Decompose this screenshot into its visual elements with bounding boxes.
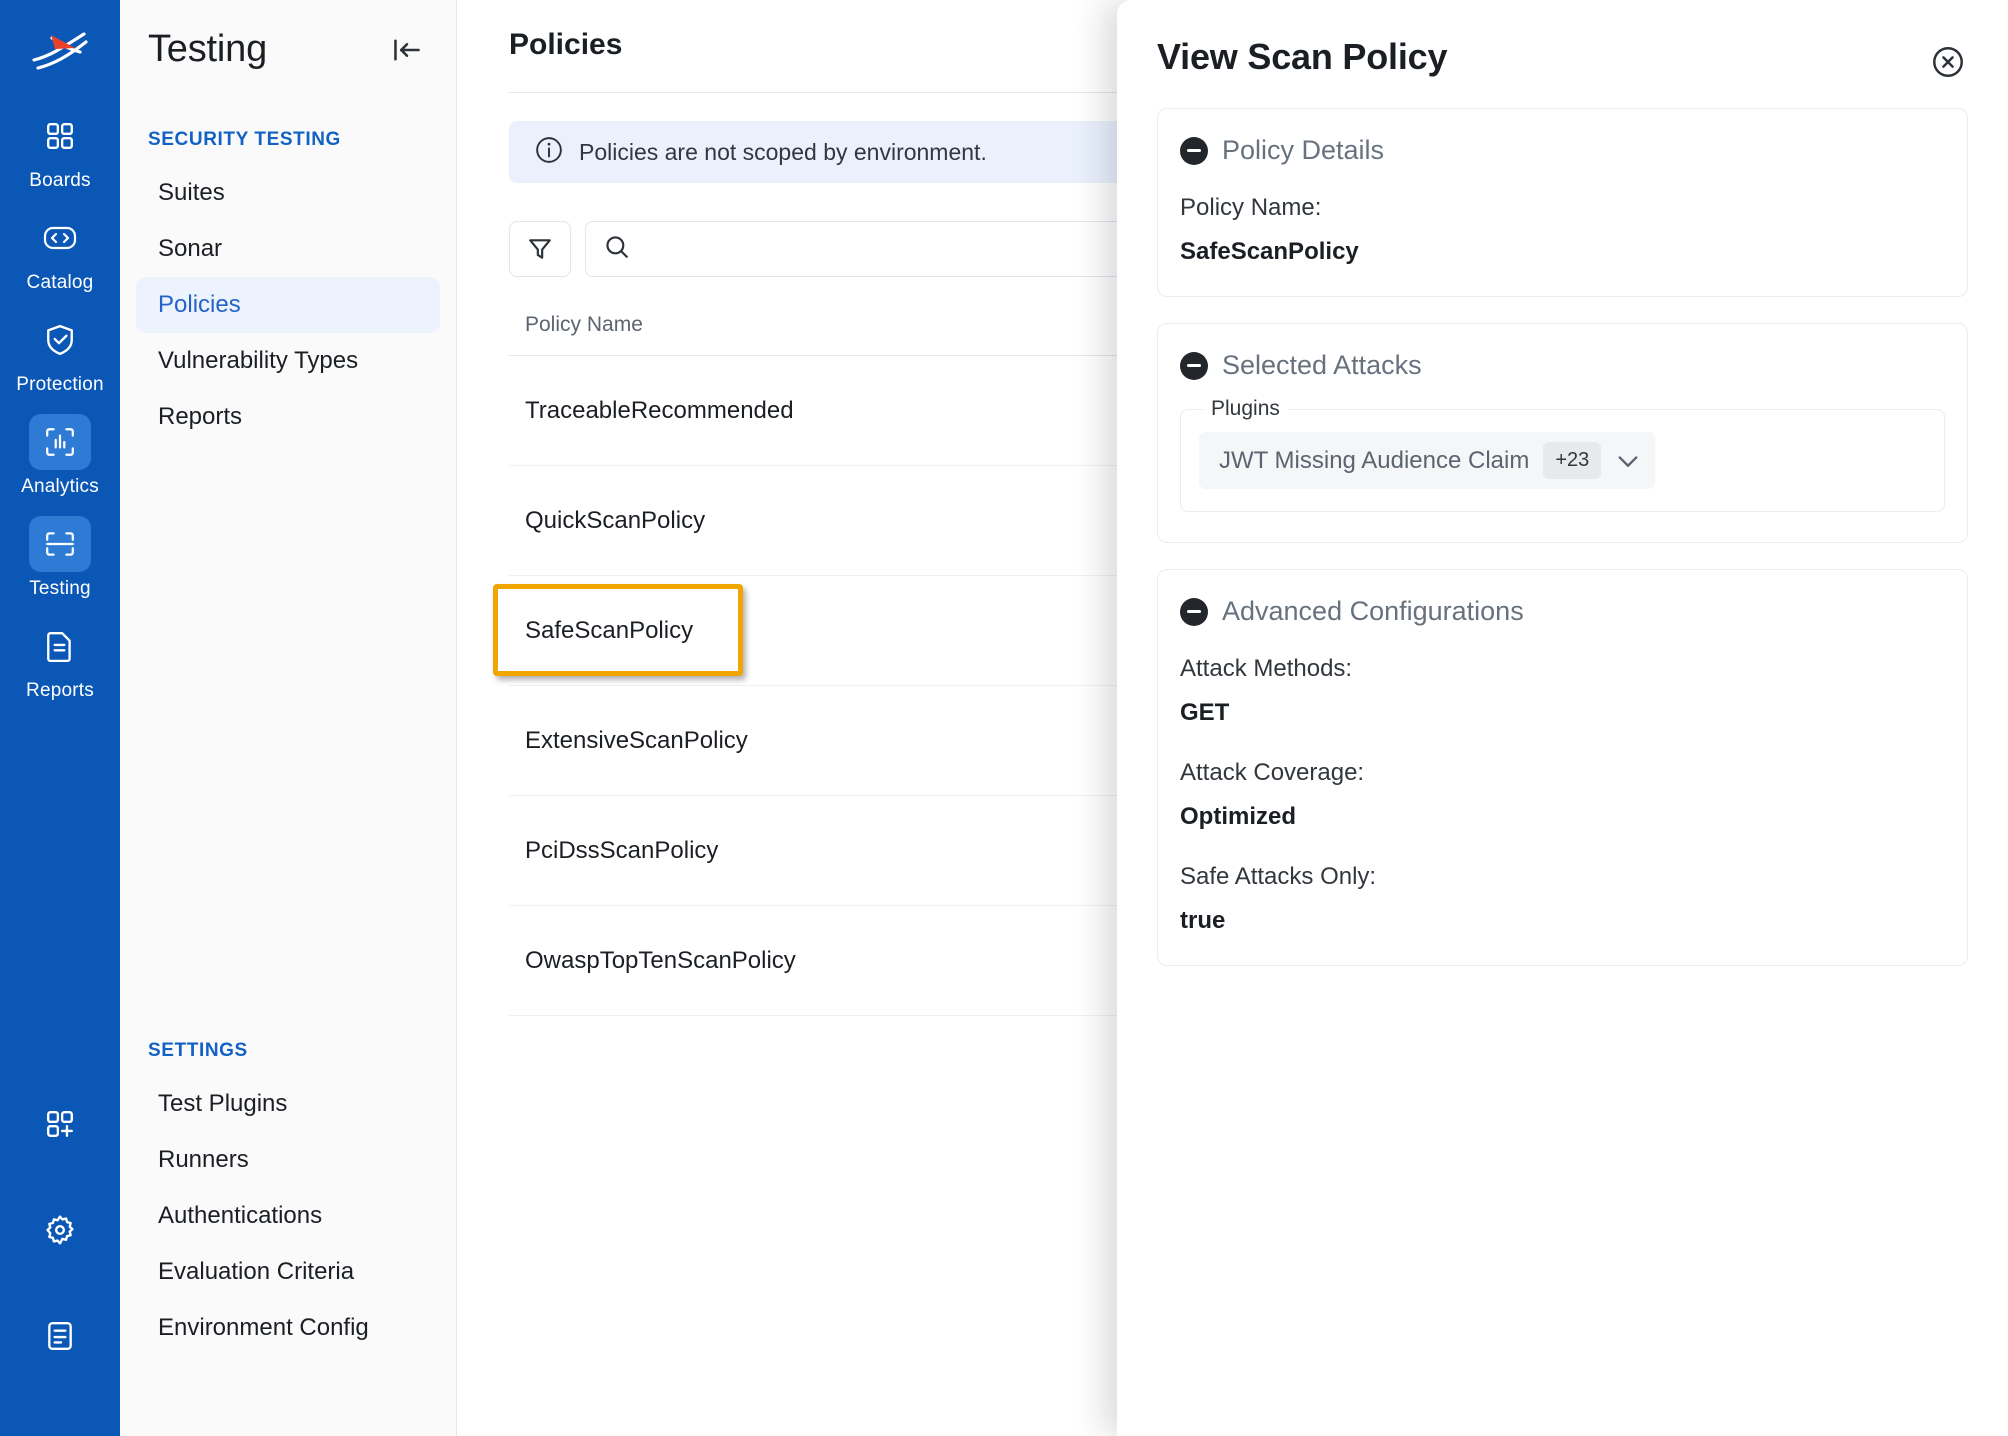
field-attack-methods: Attack Methods: GET <box>1180 655 1945 727</box>
rail-item-boards[interactable]: Boards <box>0 108 120 192</box>
shield-check-icon <box>29 312 91 368</box>
field-label: Safe Attacks Only: <box>1180 863 1377 890</box>
rail-item-catalog[interactable]: Catalog <box>0 210 120 294</box>
collapse-left-icon[interactable] <box>386 29 428 71</box>
sidebar-item-authentications[interactable]: Authentications <box>136 1188 440 1244</box>
field-value: true <box>1180 907 1226 934</box>
sidebar-item-vulnerability-types[interactable]: Vulnerability Types <box>136 333 440 389</box>
grid-icon <box>29 108 91 164</box>
sidebar-item-suites[interactable]: Suites <box>136 165 440 221</box>
view-scan-policy-drawer: View Scan Policy Policy Details Policy N… <box>1117 0 2008 1436</box>
sidebar-settings-group: SETTINGS Test Plugins Runners Authentica… <box>120 1040 456 1356</box>
analytics-scan-icon <box>29 414 91 470</box>
sidebar-item-sonar[interactable]: Sonar <box>136 221 440 277</box>
field-policy-name: Policy Name: SafeScanPolicy <box>1180 194 1945 266</box>
rail-item-label: Protection <box>16 374 104 395</box>
code-brackets-icon <box>29 210 91 266</box>
drawer-title: View Scan Policy <box>1157 36 1448 77</box>
card-title: Policy Details <box>1222 135 1385 165</box>
rail-item-label: Analytics <box>21 476 99 497</box>
field-value: Optimized <box>1180 803 1297 830</box>
plugin-chip[interactable]: JWT Missing Audience Claim +23 <box>1199 432 1656 489</box>
sidebar-item-reports[interactable]: Reports <box>136 389 440 445</box>
rail-item-label: Testing <box>29 578 91 599</box>
filter-funnel-icon[interactable] <box>509 221 571 277</box>
add-app-icon[interactable] <box>29 1096 91 1152</box>
field-label: Attack Coverage: <box>1180 759 1365 786</box>
document-lines-icon <box>29 618 91 674</box>
rail-item-label: Catalog <box>26 272 94 293</box>
primary-nav-rail: Boards Catalog Protection Analytics Test… <box>0 0 120 1436</box>
close-circle-icon[interactable] <box>1928 42 1968 82</box>
minus-circle-icon[interactable] <box>1180 136 1208 165</box>
sidebar-title: Testing <box>148 28 268 70</box>
info-banner-text: Policies are not scoped by environment. <box>579 138 987 165</box>
info-circle-icon <box>535 136 563 169</box>
rail-item-testing[interactable]: Testing <box>0 516 120 600</box>
selected-attacks-card: Selected Attacks Plugins JWT Missing Aud… <box>1157 323 1968 543</box>
sidebar-item-runners[interactable]: Runners <box>136 1132 440 1188</box>
minus-circle-icon[interactable] <box>1180 351 1208 380</box>
policy-name-cell: PciDssScanPolicy <box>525 836 719 864</box>
advanced-configurations-card: Advanced Configurations Attack Methods: … <box>1157 569 1968 966</box>
card-title: Advanced Configurations <box>1222 596 1524 626</box>
plugin-chip-count: +23 <box>1543 442 1602 479</box>
chevron-down-icon[interactable] <box>1615 448 1641 474</box>
rail-item-analytics[interactable]: Analytics <box>0 414 120 498</box>
rail-bottom-actions <box>0 1096 120 1414</box>
plugin-chip-label: JWT Missing Audience Claim <box>1219 446 1530 474</box>
plugins-legend: Plugins <box>1203 397 1288 421</box>
sidebar-item-test-plugins[interactable]: Test Plugins <box>136 1076 440 1132</box>
field-attack-coverage: Attack Coverage: Optimized <box>1180 759 1945 831</box>
gear-icon[interactable] <box>29 1202 91 1258</box>
app-root: Boards Catalog Protection Analytics Test… <box>0 0 2008 1436</box>
selected-attacks-header[interactable]: Selected Attacks <box>1180 350 1945 381</box>
nav-group-title-settings: SETTINGS <box>148 1040 248 1061</box>
rail-item-label: Boards <box>29 170 91 191</box>
field-value: GET <box>1180 699 1230 726</box>
rail-item-protection[interactable]: Protection <box>0 312 120 396</box>
rail-item-reports[interactable]: Reports <box>0 618 120 702</box>
sidebar-header: Testing <box>120 0 456 71</box>
testing-frame-icon <box>29 516 91 572</box>
card-title: Selected Attacks <box>1222 350 1422 380</box>
traceable-logo-icon[interactable] <box>28 22 92 78</box>
drawer-header: View Scan Policy <box>1157 0 1968 108</box>
policy-name-cell: SafeScanPolicy <box>525 616 694 644</box>
policy-name-cell: OwaspTopTenScanPolicy <box>525 946 796 974</box>
book-icon[interactable] <box>29 1308 91 1364</box>
sidebar-item-policies[interactable]: Policies <box>136 277 440 333</box>
field-value: SafeScanPolicy <box>1180 238 1359 265</box>
policy-name-cell: ExtensiveScanPolicy <box>525 726 748 754</box>
secondary-sidebar: Testing SECURITY TESTING Suites Sonar Po… <box>120 0 457 1436</box>
policy-name-cell: QuickScanPolicy <box>525 506 706 534</box>
sidebar-item-environment-config[interactable]: Environment Config <box>136 1300 440 1356</box>
plugins-fieldset: Plugins JWT Missing Audience Claim +23 <box>1180 397 1945 512</box>
field-safe-attacks-only: Safe Attacks Only: true <box>1180 863 1945 935</box>
field-label: Attack Methods: <box>1180 655 1353 682</box>
advanced-configurations-header[interactable]: Advanced Configurations <box>1180 596 1945 627</box>
policy-details-header[interactable]: Policy Details <box>1180 135 1945 166</box>
rail-item-label: Reports <box>26 680 94 701</box>
sidebar-item-evaluation-criteria[interactable]: Evaluation Criteria <box>136 1244 440 1300</box>
field-label: Policy Name: <box>1180 194 1322 221</box>
nav-group-title-security: SECURITY TESTING <box>148 129 341 150</box>
minus-circle-icon[interactable] <box>1180 597 1208 626</box>
policy-name-cell: TraceableRecommended <box>525 396 794 424</box>
policy-details-card: Policy Details Policy Name: SafeScanPoli… <box>1157 108 1968 297</box>
search-icon <box>604 234 630 265</box>
